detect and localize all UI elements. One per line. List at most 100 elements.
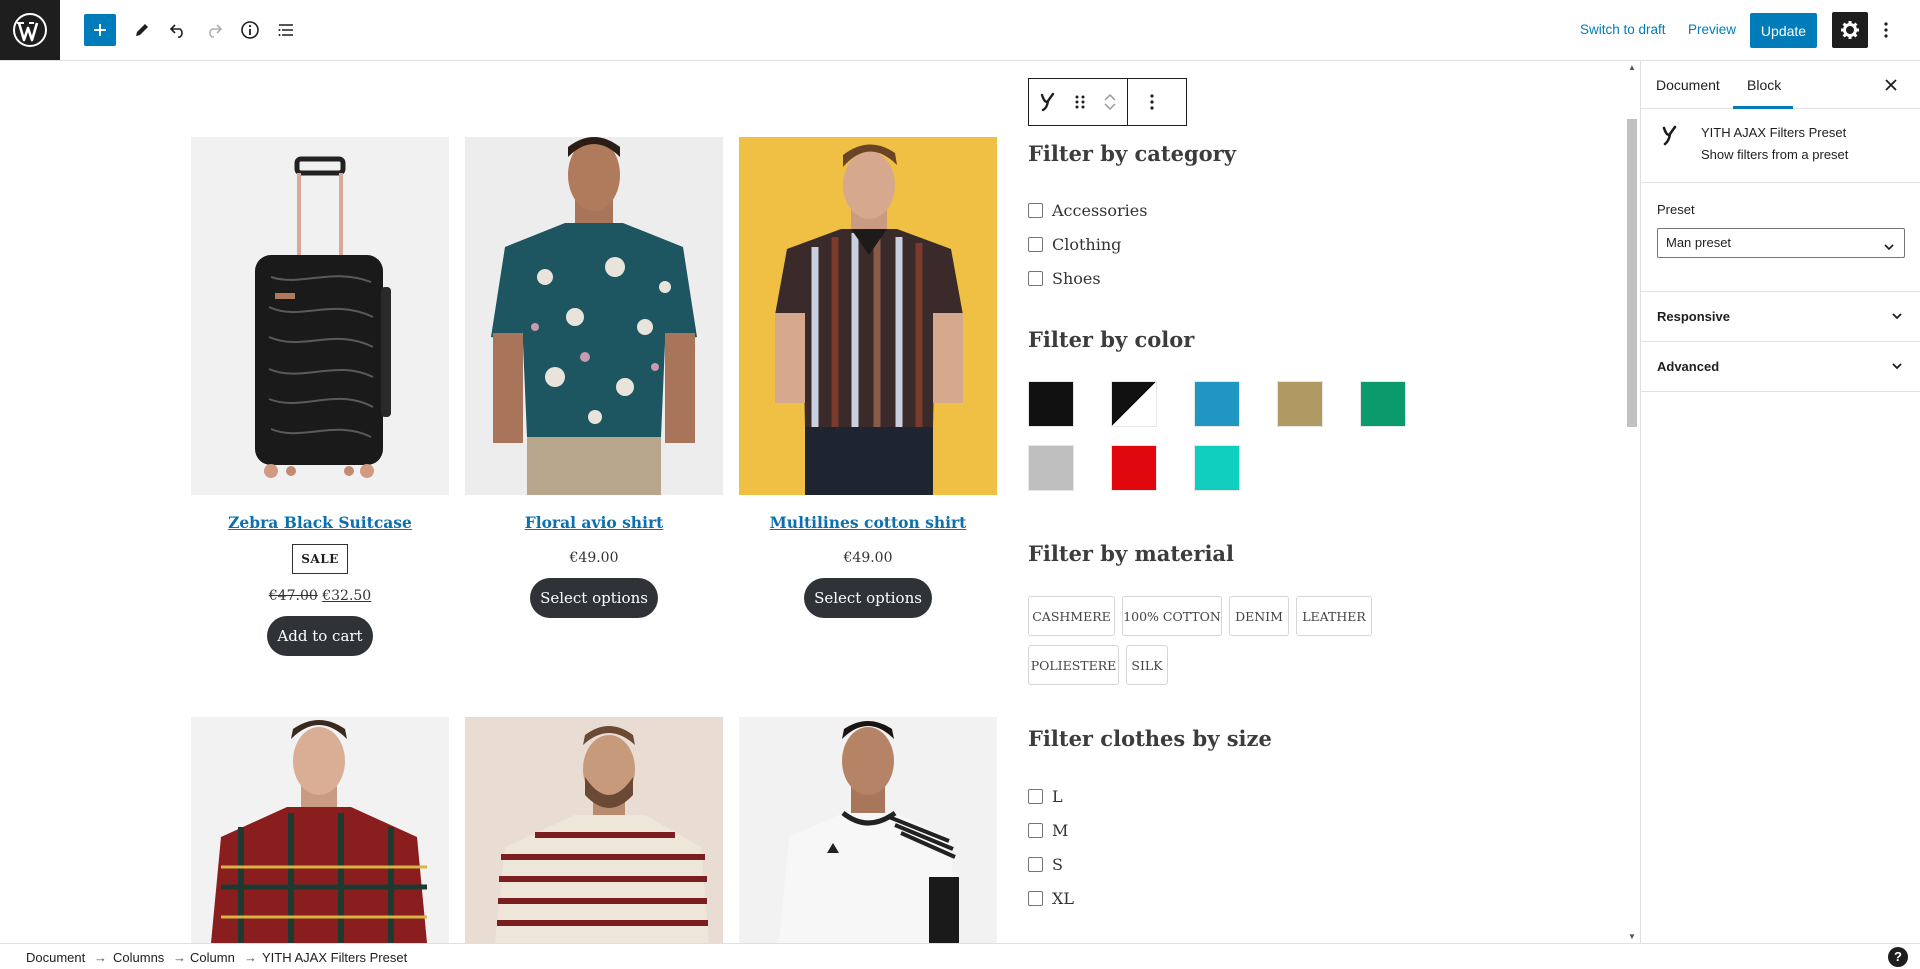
block-title: YITH AJAX Filters Preset (1701, 125, 1847, 140)
color-swatch-green[interactable] (1360, 381, 1406, 427)
product-title[interactable]: Multilines cotton shirt (739, 513, 997, 532)
sale-badge: SALE (292, 544, 348, 574)
drag-handle-icon[interactable] (1067, 79, 1093, 125)
product-card: Multilines cotton shirt €49.00 Select op… (739, 137, 997, 618)
color-swatch-red[interactable] (1111, 445, 1157, 491)
undo-icon[interactable] (162, 14, 194, 46)
color-swatch-black-white[interactable] (1111, 381, 1157, 427)
breadcrumb-separator: → (244, 950, 257, 965)
block-toolbar (1028, 78, 1187, 126)
settings-sidebar: Document Block YITH AJAX Filters Preset … (1640, 61, 1920, 943)
product-image[interactable] (465, 137, 723, 495)
editor-canvas: Zebra Black Suitcase SALE €47.00 €32.50 … (0, 61, 1624, 943)
filter-option-accessories[interactable]: Accessories (1028, 201, 1147, 220)
wordpress-logo-icon[interactable] (0, 0, 60, 60)
select-options-button[interactable]: Select options (804, 578, 932, 618)
panel-responsive[interactable]: Responsive (1641, 292, 1920, 342)
filter-option-size-s[interactable]: S (1028, 855, 1063, 874)
list-view-icon[interactable] (270, 14, 302, 46)
block-card: YITH AJAX Filters Preset Show filters fr… (1641, 109, 1920, 183)
color-swatch-beige[interactable] (1277, 381, 1323, 427)
color-swatch-black[interactable] (1028, 381, 1074, 427)
edit-pencil-icon[interactable] (126, 14, 158, 46)
checkbox[interactable] (1028, 823, 1043, 838)
add-to-cart-button[interactable]: Add to cart (267, 616, 373, 656)
product-price: €49.00 (569, 550, 619, 566)
preview-button[interactable]: Preview (1688, 22, 1736, 37)
block-breadcrumb: Document → Columns → Column → YITH AJAX … (0, 943, 1920, 969)
material-tag[interactable]: DENIM (1229, 596, 1289, 636)
panel-advanced[interactable]: Advanced (1641, 342, 1920, 392)
filter-size-title: Filter clothes by size (1028, 726, 1272, 751)
product-title[interactable]: Zebra Black Suitcase (191, 513, 449, 532)
update-button[interactable]: Update (1750, 13, 1817, 48)
canvas-scrollbar[interactable]: ▲ ▼ (1624, 61, 1640, 943)
breadcrumb-item: YITH AJAX Filters Preset (262, 950, 408, 965)
checkbox[interactable] (1028, 857, 1043, 872)
panel-title: Responsive (1657, 309, 1730, 324)
checkbox[interactable] (1028, 891, 1043, 906)
material-tag[interactable]: LEATHER (1296, 596, 1372, 636)
block-description: Show filters from a preset (1701, 147, 1849, 162)
product-title[interactable]: Floral avio shirt (465, 513, 723, 532)
preset-section: Preset Man preset (1641, 183, 1920, 292)
settings-gear-icon[interactable] (1832, 12, 1868, 48)
product-card: Floral avio shirt €49.00 Select options (465, 137, 723, 618)
scrollbar-thumb[interactable] (1627, 119, 1637, 427)
yith-block-icon (1661, 125, 1679, 152)
preset-value: Man preset (1666, 235, 1732, 250)
redo-icon[interactable] (198, 14, 230, 46)
sale-price: €32.50 (322, 588, 372, 604)
tab-block[interactable]: Block (1747, 77, 1781, 93)
product-card: Zebra Black Suitcase SALE €47.00 €32.50 … (191, 137, 449, 656)
color-swatch-grey[interactable] (1028, 445, 1074, 491)
scroll-up-arrow-icon[interactable]: ▲ (1628, 63, 1636, 72)
filter-color-title: Filter by color (1028, 327, 1195, 352)
material-tag[interactable]: SILK (1126, 645, 1168, 685)
checkbox[interactable] (1028, 237, 1043, 252)
chevron-down-icon (1882, 236, 1896, 264)
product-price: €49.00 (843, 550, 893, 566)
checkbox[interactable] (1028, 271, 1043, 286)
filter-option-shoes[interactable]: Shoes (1028, 269, 1101, 288)
breadcrumb-item[interactable]: Document (26, 950, 85, 965)
product-price: €47.00 €32.50 (191, 588, 449, 604)
filter-option-size-l[interactable]: L (1028, 787, 1063, 806)
breadcrumb-item[interactable]: Column (190, 950, 235, 965)
chevron-down-icon (1890, 359, 1904, 378)
color-swatch-blue[interactable] (1194, 381, 1240, 427)
close-icon[interactable] (1881, 75, 1901, 95)
material-tag[interactable]: CASHMERE (1028, 596, 1115, 636)
product-image[interactable] (739, 717, 997, 943)
move-up-down-icon[interactable] (1093, 79, 1127, 125)
filter-category-title: Filter by category (1028, 141, 1236, 166)
help-icon[interactable]: ? (1888, 947, 1908, 967)
breadcrumb-item[interactable]: Columns (113, 950, 164, 965)
product-image[interactable] (465, 717, 723, 943)
more-options-icon[interactable] (1876, 14, 1896, 46)
material-tag[interactable]: POLIESTERE (1028, 645, 1119, 685)
material-tag[interactable]: 100% COTTON (1122, 596, 1222, 636)
checkbox[interactable] (1028, 203, 1043, 218)
filter-material-title: Filter by material (1028, 541, 1235, 566)
yith-block-icon[interactable] (1029, 79, 1067, 125)
filter-option-size-xl[interactable]: XL (1028, 889, 1074, 908)
block-options-icon[interactable] (1127, 79, 1175, 125)
info-icon[interactable] (234, 14, 266, 46)
tab-document[interactable]: Document (1656, 77, 1720, 93)
switch-to-draft-button[interactable]: Switch to draft (1580, 22, 1666, 37)
product-image[interactable] (191, 717, 449, 943)
scroll-down-arrow-icon[interactable]: ▼ (1628, 932, 1636, 941)
checkbox[interactable] (1028, 789, 1043, 804)
panel-title: Advanced (1657, 359, 1720, 374)
chevron-down-icon (1890, 309, 1904, 328)
product-image[interactable] (191, 137, 449, 495)
filter-option-clothing[interactable]: Clothing (1028, 235, 1121, 254)
preset-select[interactable]: Man preset (1657, 228, 1905, 258)
filter-option-size-m[interactable]: M (1028, 821, 1068, 840)
product-image[interactable] (739, 137, 997, 495)
add-block-icon[interactable] (84, 14, 116, 46)
breadcrumb-separator: → (94, 950, 107, 965)
color-swatch-turquoise[interactable] (1194, 445, 1240, 491)
select-options-button[interactable]: Select options (530, 578, 658, 618)
